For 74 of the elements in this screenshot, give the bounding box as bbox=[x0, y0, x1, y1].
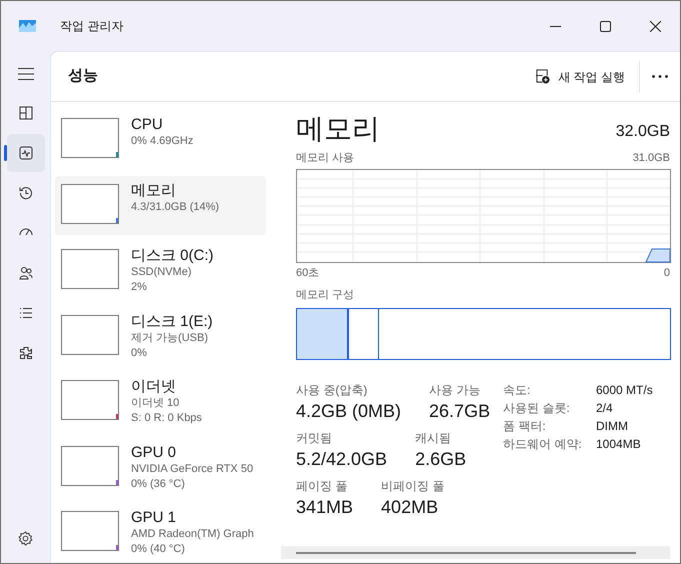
device-item[interactable]: 디스크 1(E:) 제거 가능(USB) 0% bbox=[55, 306, 266, 366]
spec-label: 폼 팩터: bbox=[503, 418, 547, 434]
device-detail: 0% 4.69GHz bbox=[131, 134, 194, 149]
device-detail: SSD(NVMe) bbox=[131, 265, 193, 280]
more-icon bbox=[652, 75, 668, 78]
device-name: CPU bbox=[131, 116, 164, 134]
nav-item[interactable] bbox=[6, 134, 44, 172]
device-detail: AMD Radeon(TM) Graph bbox=[131, 527, 254, 542]
stat-label: 페이징 풀 bbox=[296, 478, 348, 494]
stat-label: 사용 중(압축) bbox=[296, 382, 368, 398]
device-name: 디스크 1(E:) bbox=[131, 312, 213, 331]
device-item[interactable]: GPU 1 AMD Radeon(TM) Graph 0% (40 °C) bbox=[55, 503, 266, 563]
page-title: 성능 bbox=[68, 66, 98, 86]
stat-value: 5.2/42.0GB bbox=[296, 448, 388, 470]
stat-value: 341MB bbox=[296, 496, 354, 518]
stat-value: 26.7GB bbox=[429, 400, 490, 422]
device-name: 메모리 bbox=[131, 182, 177, 200]
spec-label: 사용된 슬롯: bbox=[503, 400, 571, 416]
detail-title: 메모리 bbox=[296, 112, 380, 146]
spec-value: 6000 MT/s bbox=[596, 382, 653, 398]
thumbnail-graph bbox=[61, 314, 119, 355]
axis-label: 0 bbox=[664, 266, 670, 280]
spec-value: DIMM bbox=[596, 418, 629, 434]
device-name: GPU 0 bbox=[131, 444, 178, 462]
processes-icon bbox=[18, 106, 32, 120]
app-logo-icon bbox=[19, 20, 36, 32]
device-item[interactable]: 이더넷 이더넷 10 S: 0 R: 0 Kbps bbox=[55, 372, 266, 432]
maximize-icon bbox=[600, 20, 610, 32]
device-detail: 2% bbox=[131, 280, 148, 296]
device-name: 디스크 0(C:) bbox=[131, 247, 214, 266]
stat-label: 커밋됨 bbox=[296, 430, 333, 446]
device-detail: 제거 가능(USB) bbox=[131, 330, 209, 346]
horizontal-scrollbar[interactable] bbox=[296, 552, 636, 554]
device-detail: 0% (40 °C) bbox=[131, 542, 186, 558]
chart-label: 메모리 사용 bbox=[296, 151, 354, 166]
new-task-icon bbox=[535, 69, 550, 84]
spec-value: 2/4 bbox=[596, 400, 614, 416]
stat-label: 캐시됨 bbox=[415, 430, 452, 446]
device-detail: S: 0 R: 0 Kbps bbox=[131, 411, 202, 426]
run-new-task-button[interactable]: 새 작업 실행 bbox=[527, 60, 633, 92]
device-detail: NVIDIA GeForce RTX 50 bbox=[131, 462, 254, 477]
chart-max-label: 31.0GB bbox=[632, 151, 670, 166]
device-name: 이더넷 bbox=[131, 378, 177, 396]
device-detail: 0% (36 °C) bbox=[131, 476, 186, 492]
thumbnail-graph bbox=[61, 249, 119, 290]
device-item[interactable]: CPU 0% 4.69GHz bbox=[55, 110, 266, 170]
spec-value: 1004MB bbox=[596, 436, 642, 452]
stat-label: 비페이징 풀 bbox=[381, 478, 444, 494]
close-icon bbox=[650, 20, 660, 32]
spec-label: 하드웨어 예약: bbox=[503, 436, 583, 452]
list-icon bbox=[18, 306, 32, 320]
axis-label: 60초 bbox=[296, 266, 320, 280]
window-title: 작업 관리자 bbox=[60, 18, 124, 35]
users-icon bbox=[18, 266, 32, 280]
puzzle-icon bbox=[18, 346, 32, 360]
settings-icon bbox=[18, 530, 33, 546]
stat-label: 사용 가능 bbox=[429, 382, 482, 398]
menu-icon bbox=[18, 68, 34, 80]
device-item[interactable]: GPU 0 NVIDIA GeForce RTX 50 0% (36 °C) bbox=[55, 438, 266, 498]
spec-label: 속도: bbox=[503, 382, 532, 398]
stat-value: 402MB bbox=[381, 496, 440, 518]
selection-indicator bbox=[4, 145, 6, 161]
device-name: GPU 1 bbox=[131, 509, 178, 528]
device-detail: 0% bbox=[131, 346, 148, 361]
total-memory: 32.0GB bbox=[616, 122, 670, 142]
device-item[interactable]: 메모리 4.3/31.0GB (14%) bbox=[55, 176, 266, 236]
stat-value: 2.6GB bbox=[415, 448, 466, 470]
pulse-icon bbox=[18, 146, 32, 160]
history-icon bbox=[18, 186, 32, 200]
composition-label: 메모리 구성 bbox=[296, 288, 356, 303]
stat-value: 4.2GB (0MB) bbox=[296, 400, 402, 423]
device-item[interactable]: 디스크 0(C:) SSD(NVMe) 2% bbox=[55, 241, 266, 301]
device-detail: 이더넷 10 bbox=[131, 396, 180, 412]
device-detail: 4.3/31.0GB (14%) bbox=[131, 200, 220, 215]
